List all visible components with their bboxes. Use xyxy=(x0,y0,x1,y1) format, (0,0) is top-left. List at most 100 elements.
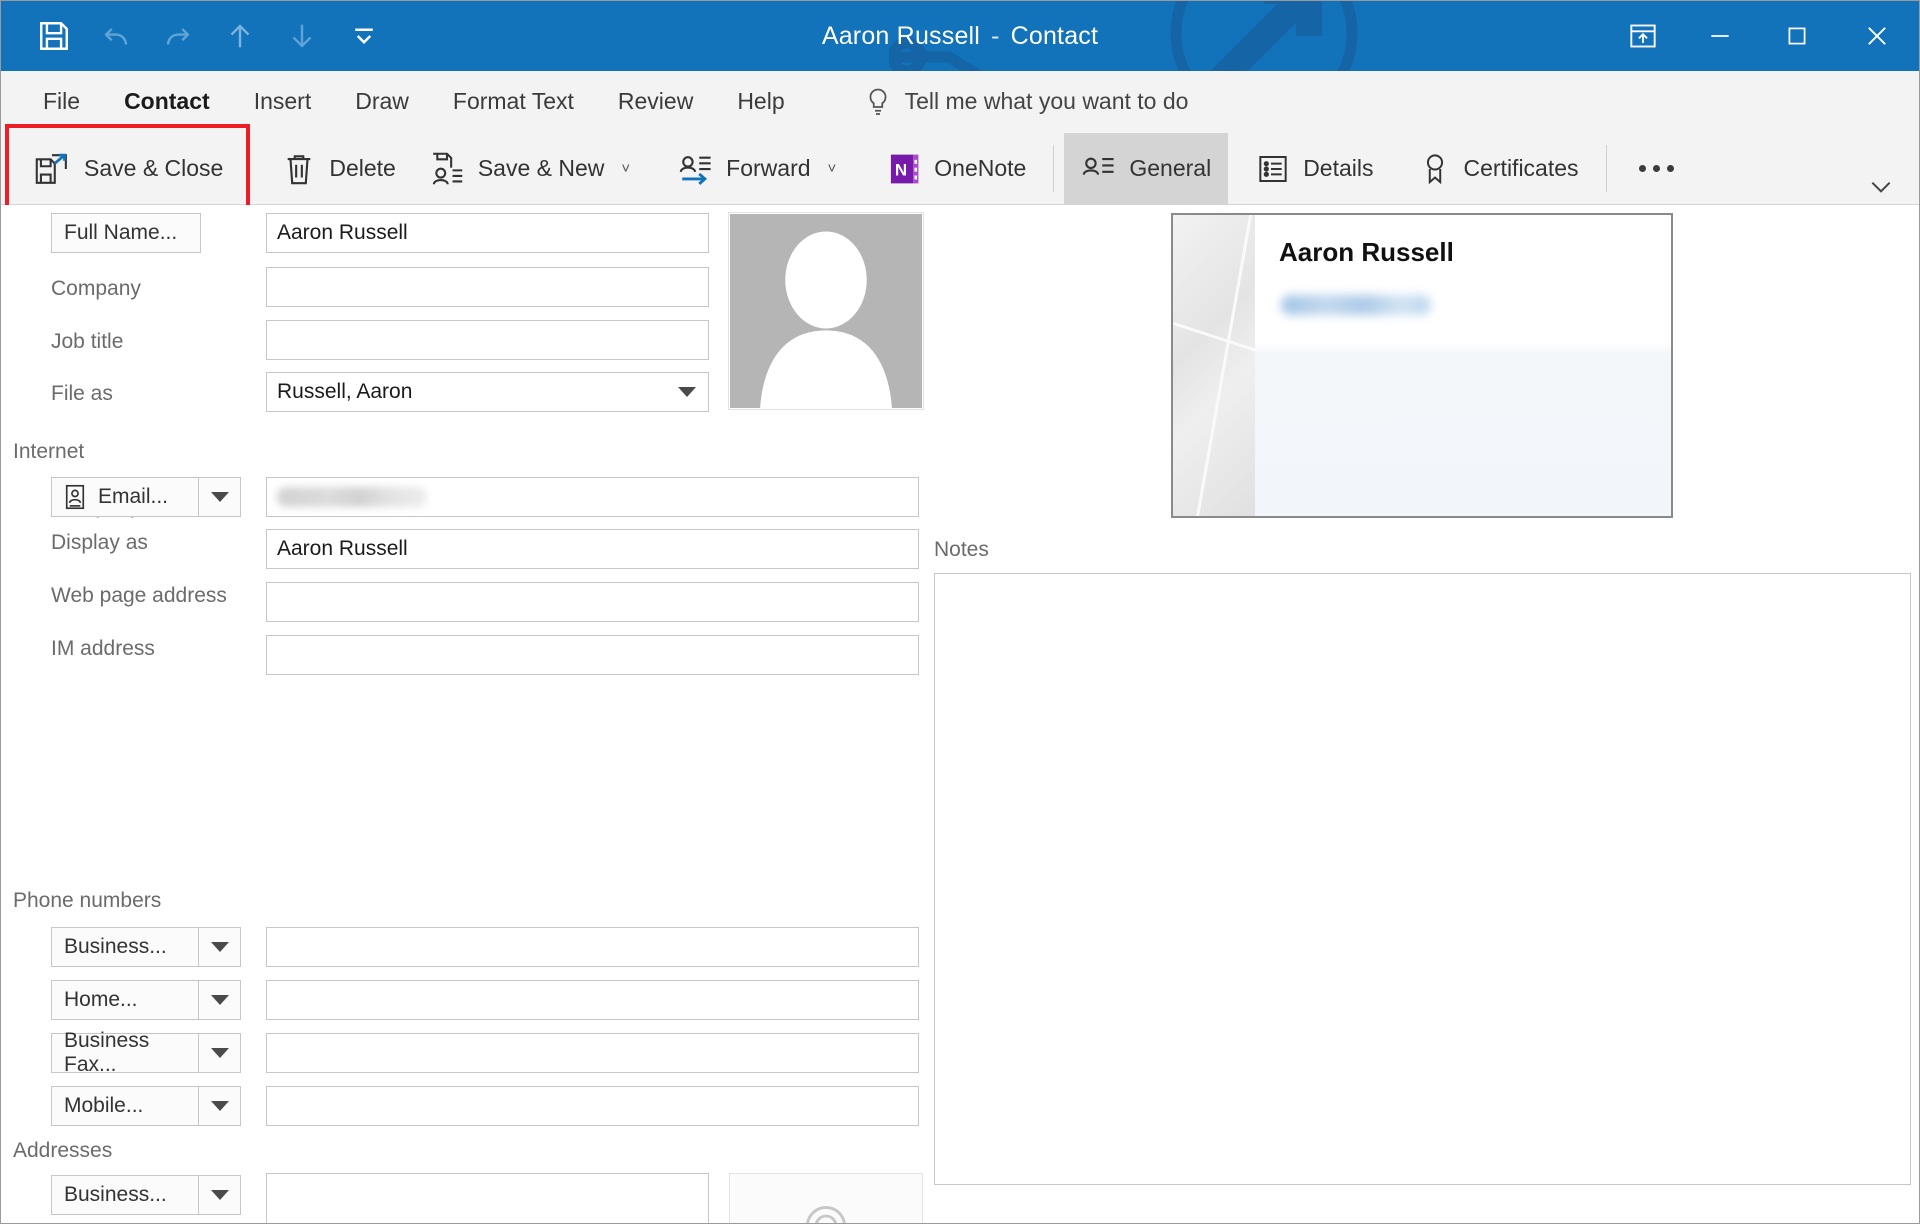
phone-type-combo-mobile[interactable]: Mobile... xyxy=(51,1086,241,1126)
tab-help[interactable]: Help xyxy=(715,71,806,132)
phone-type-dropdown-arrow-business[interactable] xyxy=(199,927,241,967)
delete-button[interactable]: Delete xyxy=(266,133,412,204)
business-card-content: Aaron Russell xyxy=(1255,215,1671,516)
im-address-label: IM address xyxy=(51,637,155,660)
notes-label: Notes xyxy=(934,538,989,561)
undo-icon[interactable] xyxy=(85,8,147,64)
minimize-icon[interactable] xyxy=(1681,5,1758,67)
address-type-combo[interactable]: Business... xyxy=(51,1175,241,1215)
tab-insert[interactable]: Insert xyxy=(232,71,334,132)
phone-type-button-business[interactable]: Business... xyxy=(51,927,199,967)
ribbon-display-options-icon[interactable] xyxy=(1604,5,1681,67)
phone-type-label-business: Business... xyxy=(64,935,167,958)
chevron-down-icon xyxy=(210,1190,229,1200)
tab-review[interactable]: Review xyxy=(596,71,715,132)
im-address-input[interactable] xyxy=(266,635,919,675)
display-as-input[interactable]: Aaron Russell xyxy=(266,529,919,569)
outlook-contact-window: Aaron Russell - Contact File Contact Ins… xyxy=(0,0,1920,1224)
phone-type-combo-home[interactable]: Home... xyxy=(51,980,241,1020)
details-view-button[interactable]: Details xyxy=(1240,133,1390,204)
map-pin-icon xyxy=(801,1206,851,1223)
redo-icon[interactable] xyxy=(147,8,209,64)
onenote-label: OneNote xyxy=(934,155,1027,181)
save-and-close-button[interactable]: Save & Close xyxy=(17,151,240,187)
chevron-down-icon[interactable] xyxy=(678,387,696,397)
details-icon xyxy=(1257,153,1289,185)
more-commands-button[interactable] xyxy=(1617,133,1696,204)
business-card-name: Aaron Russell xyxy=(1279,237,1454,267)
phone-input-mobile[interactable] xyxy=(266,1086,919,1126)
business-card-preview[interactable]: Aaron Russell xyxy=(1171,213,1673,518)
addresses-group-label: Addresses xyxy=(13,1139,113,1162)
save-and-new-button[interactable]: Save & New ˅ xyxy=(413,133,647,204)
phone-type-button-business-fax[interactable]: Business Fax... xyxy=(51,1029,199,1076)
phone-type-label-home: Home... xyxy=(64,988,138,1011)
phone-input-home[interactable] xyxy=(266,980,919,1020)
next-item-icon[interactable] xyxy=(271,8,333,64)
onenote-button[interactable]: N OneNote xyxy=(871,133,1043,204)
chevron-down-icon xyxy=(210,492,229,502)
maximize-icon[interactable] xyxy=(1758,5,1835,67)
email-input[interactable] xyxy=(266,477,919,517)
phone-numbers-group-label: Phone numbers xyxy=(13,889,162,912)
general-view-button[interactable]: General xyxy=(1064,133,1229,204)
certificates-label: Certificates xyxy=(1463,155,1579,181)
ribbon-separator-2 xyxy=(1605,145,1607,192)
contact-form-body: Full Name... Aaron Russell Company Compa… xyxy=(1,205,1919,1223)
email-button[interactable]: Email... xyxy=(51,477,199,517)
phone-type-dropdown-arrow-business-fax[interactable] xyxy=(199,1033,241,1073)
tab-insert-label: Insert xyxy=(253,88,312,114)
phone-type-dropdown-arrow-mobile[interactable] xyxy=(199,1086,241,1126)
customize-qat-icon[interactable] xyxy=(333,8,395,64)
close-icon[interactable] xyxy=(1835,5,1919,67)
collapse-ribbon-icon[interactable] xyxy=(1863,172,1899,202)
tell-me-search[interactable]: Tell me what you want to do xyxy=(865,71,1188,132)
email-button-label: Email... xyxy=(98,485,169,508)
file-as-combo[interactable]: Russell, Aaron xyxy=(266,372,709,412)
window-title-separator: - xyxy=(991,21,1000,50)
phone-type-button-mobile[interactable]: Mobile... xyxy=(51,1086,199,1126)
web-page-address-input[interactable] xyxy=(266,582,919,622)
title-bar-watermark xyxy=(889,1,1358,71)
address-type-button[interactable]: Business... xyxy=(51,1175,199,1215)
contact-fields-panel: Full Name... Aaron Russell Company Compa… xyxy=(1,205,931,1223)
phone-input-business[interactable] xyxy=(266,927,919,967)
save-and-new-label: Save & New xyxy=(477,155,605,181)
address-input[interactable] xyxy=(266,1173,709,1223)
quick-access-toolbar xyxy=(23,1,395,71)
phone-type-label-business-fax: Business Fax... xyxy=(64,1029,150,1076)
email-type-combo[interactable]: Email... xyxy=(51,477,241,517)
tab-draw[interactable]: Draw xyxy=(333,71,431,132)
full-name-value: Aaron Russell xyxy=(277,221,408,244)
phone-type-combo-business[interactable]: Business... xyxy=(51,927,241,967)
tab-format-text[interactable]: Format Text xyxy=(431,71,596,132)
forward-button[interactable]: Forward ˅ xyxy=(661,133,853,204)
full-name-button[interactable]: Full Name... xyxy=(51,213,201,253)
tab-contact[interactable]: Contact xyxy=(102,71,232,132)
general-icon xyxy=(1081,153,1115,185)
save-close-highlight-wrapper: Save & Close xyxy=(5,124,251,213)
chevron-down-icon[interactable]: ˅ xyxy=(621,160,630,177)
full-name-input[interactable]: Aaron Russell xyxy=(266,213,709,253)
chevron-down-icon xyxy=(210,995,229,1005)
company-input[interactable] xyxy=(266,267,709,307)
phone-type-button-home[interactable]: Home... xyxy=(51,980,199,1020)
previous-item-icon[interactable] xyxy=(209,8,271,64)
job-title-input[interactable] xyxy=(266,320,709,360)
chevron-down-icon xyxy=(210,1048,229,1058)
address-type-dropdown-arrow[interactable] xyxy=(199,1175,241,1215)
certificates-button[interactable]: Certificates xyxy=(1403,133,1596,204)
map-it-button[interactable]: Map It xyxy=(729,1173,923,1223)
company-label-text: Company xyxy=(51,277,141,300)
save-icon[interactable] xyxy=(23,8,85,64)
tab-file[interactable]: File xyxy=(21,71,102,132)
notes-textarea[interactable] xyxy=(934,573,1911,1185)
chevron-down-icon[interactable]: ˅ xyxy=(828,160,837,177)
phone-input-business-fax[interactable] xyxy=(266,1033,919,1073)
phone-type-combo-business-fax[interactable]: Business Fax... xyxy=(51,1029,241,1076)
contact-photo-placeholder[interactable] xyxy=(728,212,924,410)
job-title-label: Job title xyxy=(51,330,124,353)
display-as-label: Display as xyxy=(51,531,148,554)
email-type-dropdown-arrow[interactable] xyxy=(199,477,241,517)
phone-type-dropdown-arrow-home[interactable] xyxy=(199,980,241,1020)
